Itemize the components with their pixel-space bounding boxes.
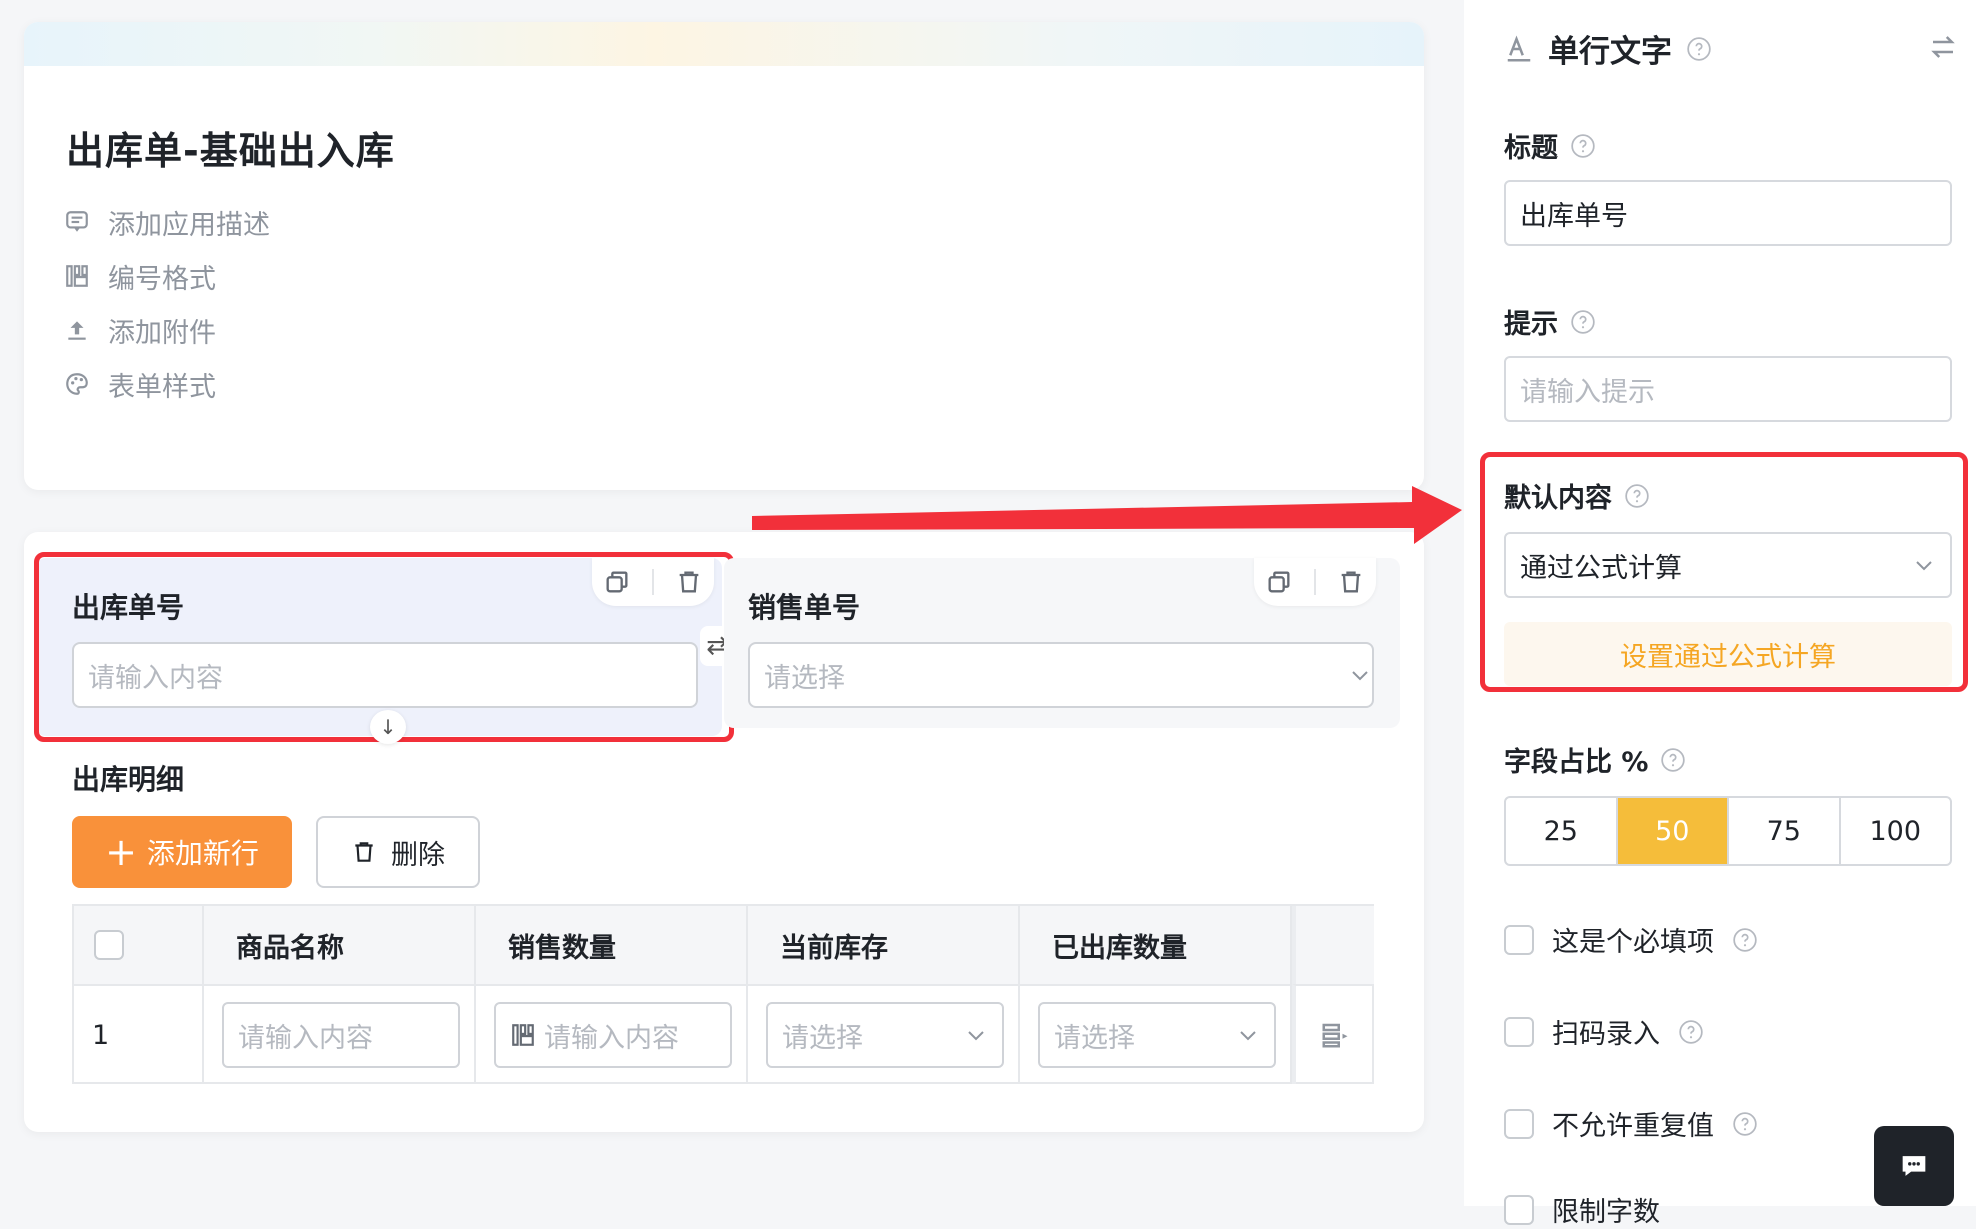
field-sale-number[interactable]: 销售单号 请选择: [724, 558, 1400, 728]
title-label-text: 标题: [1504, 133, 1558, 164]
ratio-label-text: 字段占比 %: [1504, 747, 1649, 778]
property-panel: 单行文字 标题 出库单号 提示 请输入提示 默认内容 通过公式计算 设置通过公式…: [1464, 0, 1976, 1228]
table-row-cell: 请输入内容: [476, 984, 748, 1084]
detail-section-label: 出库明细: [72, 763, 185, 796]
row-detail-icon[interactable]: [1320, 1020, 1350, 1050]
ratio-option-100[interactable]: 100: [1841, 798, 1951, 864]
help-icon[interactable]: [1686, 36, 1712, 62]
row-index: 1: [74, 984, 204, 1084]
hint-label-text: 提示: [1504, 309, 1558, 340]
delete-rows-button[interactable]: 删除: [316, 816, 480, 888]
comment-icon: [66, 211, 88, 232]
add-description-link[interactable]: 添加应用描述: [64, 202, 270, 242]
field-sale-placeholder: 请选择: [764, 662, 845, 694]
move-down-icon[interactable]: ↓: [370, 710, 406, 744]
hint-input[interactable]: 请输入提示: [1504, 356, 1952, 422]
required-checkbox-label: 这是个必填项: [1552, 927, 1714, 958]
field-type-title: 单行文字: [1548, 34, 1672, 70]
scan-input-checkbox-label: 扫码录入: [1552, 1019, 1660, 1050]
table-header-cell: 当前库存: [748, 906, 1020, 984]
required-checkbox-row[interactable]: 这是个必填项: [1504, 920, 1758, 959]
table-row-cell: 请选择: [1020, 984, 1292, 1084]
table-header-cell: 已出库数量: [1020, 906, 1292, 984]
table-header-cell: 销售数量: [476, 906, 748, 984]
sale-qty-placeholder: 请输入内容: [544, 1022, 679, 1054]
limit-chars-checkbox-label: 限制字数: [1552, 1197, 1660, 1228]
form-body-card: 出库单号 请输入内容 ⇄ ↓ 销售单号 请选择 出库明细 + 添加新行 删除 商…: [24, 532, 1424, 1132]
copy-icon[interactable]: [1265, 568, 1293, 596]
field-type-header: 单行文字: [1504, 26, 1712, 71]
delete-rows-label: 删除: [391, 839, 445, 871]
form-style-label: 表单样式: [108, 371, 216, 403]
chevron-down-icon: [968, 1031, 984, 1041]
shipped-placeholder: 请选择: [1054, 1022, 1135, 1054]
palette-icon: [66, 373, 88, 395]
add-attachment-link[interactable]: 添加附件: [64, 310, 216, 350]
sale-qty-input[interactable]: 请输入内容: [494, 1002, 732, 1068]
no-duplicate-checkbox[interactable]: [1504, 1108, 1534, 1139]
chat-icon: [1902, 1156, 1926, 1176]
add-row-label: 添加新行: [146, 837, 259, 870]
field-sale-select[interactable]: 请选择: [748, 642, 1374, 708]
title-input[interactable]: 出库单号: [1504, 180, 1952, 246]
text-type-icon: [1507, 35, 1531, 61]
plus-icon: +: [105, 830, 137, 874]
required-checkbox[interactable]: [1504, 924, 1534, 955]
stock-placeholder: 请选择: [782, 1022, 863, 1054]
table-header-cell: 商品名称: [204, 906, 476, 984]
chat-button[interactable]: [1874, 1126, 1954, 1206]
add-row-button[interactable]: + 添加新行: [72, 816, 292, 888]
stock-select[interactable]: 请选择: [766, 1002, 1004, 1068]
limit-chars-checkbox[interactable]: [1504, 1194, 1534, 1225]
add-description-label: 添加应用描述: [108, 209, 270, 241]
help-icon[interactable]: [1570, 309, 1596, 335]
field-sale-label: 销售单号: [748, 591, 861, 624]
chevron-down-icon: [1240, 1031, 1256, 1041]
number-format-icon: [66, 265, 88, 287]
help-icon[interactable]: [1732, 1111, 1758, 1137]
help-icon[interactable]: [1678, 1019, 1704, 1045]
chevron-down-icon: [1352, 671, 1368, 681]
number-format-label: 编号格式: [108, 263, 216, 295]
detail-table: 商品名称 销售数量 当前库存 已出库数量 1 请输入内容 请输入内容 请选择 请…: [72, 904, 1374, 1084]
form-header-card: 出库单-基础出入库 添加应用描述 编号格式 添加附件 表单样式: [24, 22, 1424, 490]
trash-icon: [355, 842, 373, 862]
header-gradient-bar: [24, 22, 1424, 66]
ratio-label: 字段占比 %: [1504, 740, 1686, 779]
limit-chars-checkbox-row[interactable]: 限制字数: [1504, 1190, 1660, 1229]
help-icon[interactable]: [1660, 747, 1686, 773]
ratio-segmented-control: 25 50 75 100: [1504, 796, 1952, 866]
hint-label: 提示: [1504, 302, 1596, 341]
select-all-checkbox[interactable]: [94, 930, 124, 960]
no-duplicate-checkbox-row[interactable]: 不允许重复值: [1504, 1104, 1758, 1143]
switch-type-icon[interactable]: [1928, 32, 1958, 62]
shipped-select[interactable]: 请选择: [1038, 1002, 1276, 1068]
field-sale-toolbar: [1254, 558, 1376, 606]
ratio-option-50[interactable]: 50: [1617, 798, 1729, 864]
table-header-select: [74, 906, 204, 984]
title-label: 标题: [1504, 126, 1596, 165]
ratio-option-25[interactable]: 25: [1506, 798, 1618, 864]
scan-input-checkbox[interactable]: [1504, 1016, 1534, 1047]
table-row-cell: 请选择: [748, 984, 1020, 1084]
upload-icon: [68, 321, 86, 340]
annotation-frame-default: [1480, 452, 1968, 692]
help-icon[interactable]: [1570, 133, 1596, 159]
help-icon[interactable]: [1732, 927, 1758, 953]
no-duplicate-checkbox-label: 不允许重复值: [1552, 1111, 1714, 1142]
form-title[interactable]: 出库单-基础出入库: [66, 120, 395, 175]
scan-input-checkbox-row[interactable]: 扫码录入: [1504, 1012, 1704, 1051]
number-format-icon: [512, 1024, 534, 1046]
ratio-option-75[interactable]: 75: [1729, 798, 1841, 864]
number-format-link[interactable]: 编号格式: [64, 256, 216, 296]
product-name-input[interactable]: 请输入内容: [222, 1002, 460, 1068]
table-row-cell: [1292, 984, 1374, 1084]
table-header-actions: [1292, 906, 1374, 984]
trash-icon[interactable]: [1337, 568, 1365, 596]
table-row-cell: 请输入内容: [204, 984, 476, 1084]
form-style-link[interactable]: 表单样式: [64, 364, 216, 404]
add-attachment-label: 添加附件: [108, 317, 216, 349]
